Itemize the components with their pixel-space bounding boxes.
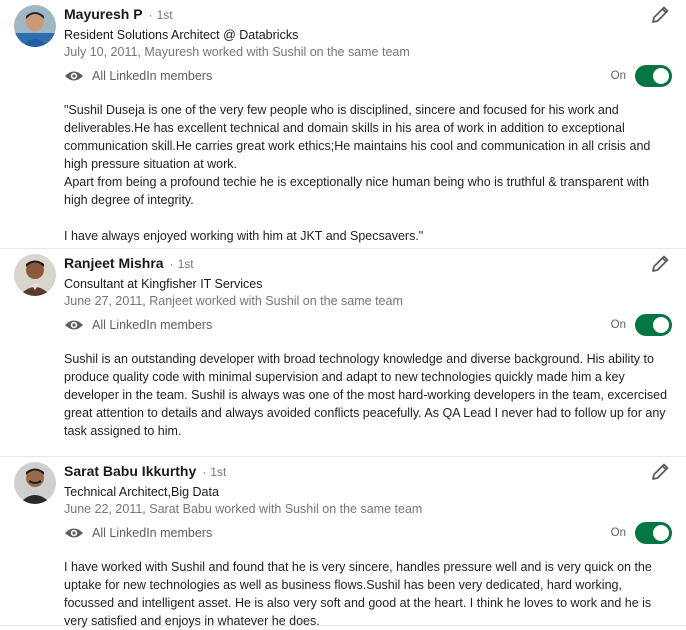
visibility-toggle[interactable]	[635, 522, 672, 544]
name-line: Ranjeet Mishra · 1st	[64, 255, 672, 275]
recommendation-item: Ranjeet Mishra · 1st Consultant at Kingf…	[0, 249, 686, 457]
visibility-row: All LinkedIn members On	[64, 64, 672, 88]
recommendation-item: Sarat Babu Ikkurthy · 1st Technical Arch…	[0, 457, 686, 628]
toggle-knob	[653, 525, 669, 541]
recommender-name[interactable]: Mayuresh P	[64, 6, 143, 22]
pencil-icon[interactable]	[649, 253, 671, 275]
eye-icon	[65, 320, 83, 330]
recommendation-item: Mayuresh P · 1st Resident Solutions Arch…	[0, 0, 686, 249]
visibility-toggle-group: On	[611, 314, 672, 336]
avatar-photo-icon	[14, 5, 56, 47]
name-line: Sarat Babu Ikkurthy · 1st	[64, 463, 672, 483]
visibility-toggle[interactable]	[635, 314, 672, 336]
visibility-row: All LinkedIn members On	[64, 313, 672, 337]
avatar[interactable]	[14, 462, 56, 504]
visibility-toggle[interactable]	[635, 65, 672, 87]
eye-icon	[65, 71, 83, 81]
toggle-label: On	[610, 319, 626, 331]
avatar-photo-icon	[14, 462, 56, 504]
visibility-toggle-group: On	[611, 522, 672, 544]
toggle-knob	[653, 68, 669, 84]
toggle-label: On	[610, 527, 626, 539]
recommender-name[interactable]: Sarat Babu Ikkurthy	[64, 463, 196, 479]
recommendation-body: Sarat Babu Ikkurthy · 1st Technical Arch…	[64, 463, 672, 630]
recommendation-text: Sushil is an outstanding developer with …	[64, 352, 668, 438]
recommendation-text: "Sushil Duseja is one of the very few pe…	[64, 103, 651, 243]
recommendation-meta: July 10, 2011, Mayuresh worked with Sush…	[64, 45, 410, 59]
visibility-label: All LinkedIn members	[92, 526, 213, 540]
toggle-knob	[653, 317, 669, 333]
connection-degree: 1st	[156, 8, 173, 22]
eye-icon	[65, 528, 83, 538]
recommendation-meta: June 22, 2011, Sarat Babu worked with Su…	[64, 502, 423, 516]
pencil-icon[interactable]	[649, 4, 671, 26]
recommendation-body: Mayuresh P · 1st Resident Solutions Arch…	[64, 6, 672, 245]
recommendation-body: Ranjeet Mishra · 1st Consultant at Kingf…	[64, 255, 672, 440]
connection-degree: 1st	[177, 257, 194, 271]
recommender-headline: Consultant at Kingfisher IT Services	[64, 277, 263, 291]
visibility-label: All LinkedIn members	[92, 69, 213, 83]
connection-degree: 1st	[210, 465, 227, 479]
separator-dot: ·	[148, 8, 153, 22]
recommendation-text: I have worked with Sushil and found that…	[64, 560, 652, 628]
avatar[interactable]	[14, 254, 56, 296]
recommender-headline: Technical Architect,Big Data	[64, 485, 219, 499]
visibility-toggle-group: On	[611, 65, 672, 87]
recommender-headline: Resident Solutions Architect @ Databrick…	[64, 28, 299, 42]
recommender-name[interactable]: Ranjeet Mishra	[64, 255, 164, 271]
visibility-row: All LinkedIn members On	[64, 521, 672, 545]
pencil-icon[interactable]	[649, 461, 671, 483]
separator-dot: ·	[202, 465, 207, 479]
avatar-photo-icon	[14, 254, 56, 296]
separator-dot: ·	[169, 257, 174, 271]
name-line: Mayuresh P · 1st	[64, 6, 672, 26]
recommendation-meta: June 27, 2011, Ranjeet worked with Sushi…	[64, 294, 403, 308]
visibility-label: All LinkedIn members	[92, 318, 213, 332]
toggle-label: On	[610, 70, 626, 82]
avatar[interactable]	[14, 5, 56, 47]
